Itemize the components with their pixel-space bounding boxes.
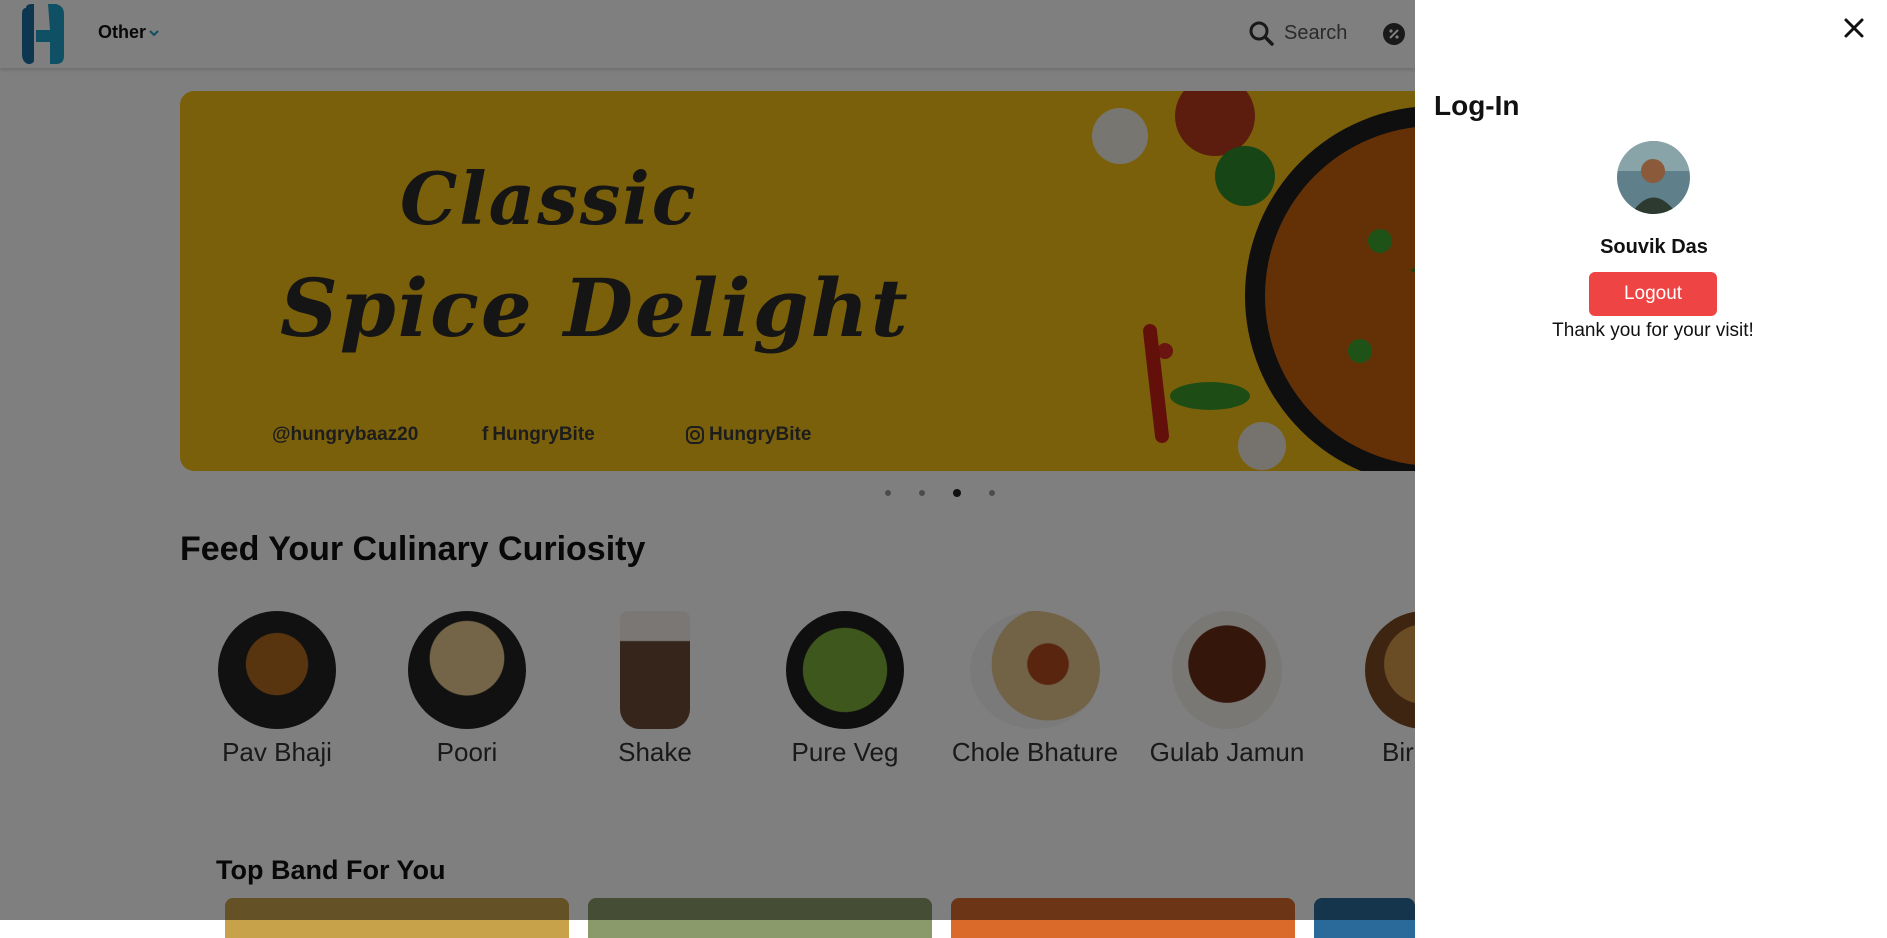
login-side-panel bbox=[1415, 0, 1887, 920]
logout-button[interactable]: Logout bbox=[1589, 272, 1717, 316]
user-avatar bbox=[1617, 141, 1690, 214]
close-icon[interactable] bbox=[1842, 16, 1866, 40]
user-name: Souvik Das bbox=[1600, 236, 1708, 258]
thank-you-message: Thank you for your visit! bbox=[1552, 320, 1754, 341]
login-panel-title: Log-In bbox=[1434, 90, 1520, 121]
